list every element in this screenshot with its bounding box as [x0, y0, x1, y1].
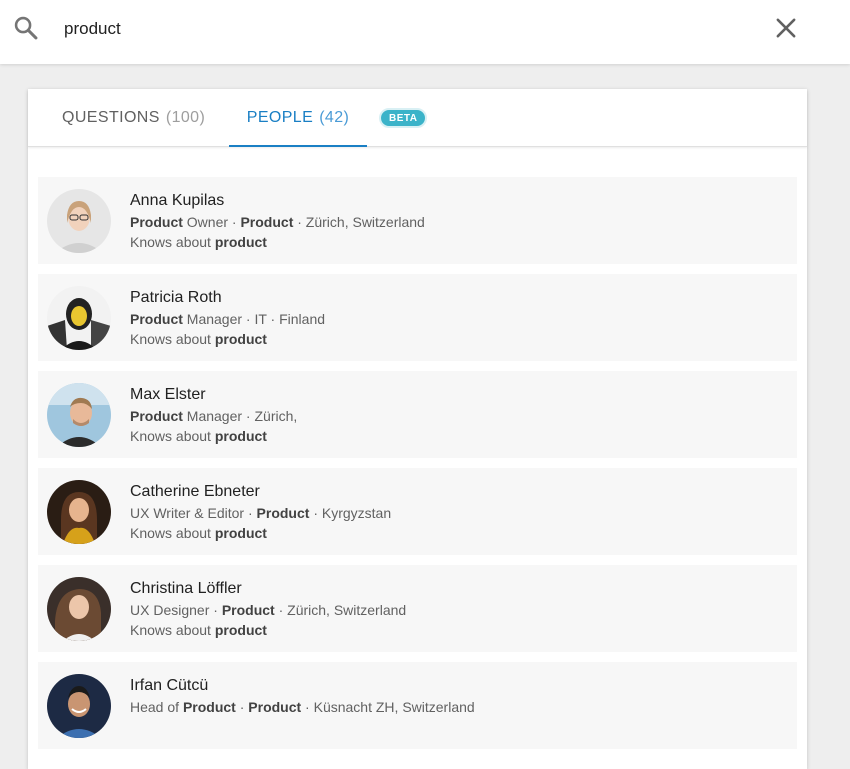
person-name: Max Elster — [130, 386, 206, 403]
results-tabs: QUESTIONS (100) PEOPLE (42) BETA — [28, 89, 807, 147]
person-role: Product Manager · Zürich, — [130, 408, 298, 424]
close-icon — [772, 18, 800, 45]
person-role: UX Writer & Editor · Product · Kyrgyzsta… — [130, 505, 392, 521]
person-name: Irfan Cütcü — [130, 677, 209, 694]
person-row[interactable]: Max Elster Product Manager · Zürich, Kno… — [38, 371, 797, 458]
person-name: Patricia Roth — [130, 289, 222, 306]
results-panel: QUESTIONS (100) PEOPLE (42) BETA Anna Ku… — [28, 89, 807, 769]
person-row[interactable]: Irfan Cütcü Head of Product · Product · … — [38, 662, 797, 749]
beta-badge: BETA — [379, 108, 428, 128]
search-icon[interactable] — [12, 14, 40, 42]
person-knows-about: Knows about product — [130, 525, 267, 541]
tab-people-label: PEOPLE — [246, 109, 314, 126]
person-row[interactable]: Catherine Ebneter UX Writer & Editor · P… — [38, 468, 797, 555]
person-row[interactable]: Christina Löffler UX Designer · Product … — [38, 565, 797, 652]
search-input[interactable] — [64, 14, 744, 44]
avatar — [47, 480, 111, 544]
avatar — [47, 286, 111, 350]
avatar — [47, 674, 111, 738]
tab-people[interactable]: PEOPLE (42) — [229, 89, 367, 147]
search-bar — [0, 0, 850, 64]
tab-questions-count: (100) — [165, 109, 206, 126]
person-name: Christina Löffler — [130, 580, 242, 597]
tab-questions-label: QUESTIONS — [62, 109, 160, 126]
person-knows-about: Knows about product — [130, 428, 267, 444]
active-tab-indicator — [229, 145, 367, 147]
avatar — [47, 577, 111, 641]
person-role: UX Designer · Product · Zürich, Switzerl… — [130, 602, 407, 618]
person-role: Product Owner · Product · Zürich, Switze… — [130, 214, 425, 230]
tab-people-count: (42) — [319, 109, 350, 126]
person-role: Product Manager · IT · Finland — [130, 311, 326, 327]
person-knows-about: Knows about product — [130, 234, 267, 250]
clear-search-button[interactable] — [772, 14, 800, 42]
person-role: Head of Product · Product · Küsnacht ZH,… — [130, 699, 475, 715]
person-row[interactable]: Anna Kupilas Product Owner · Product · Z… — [38, 177, 797, 264]
person-row[interactable]: Patricia Roth Product Manager · IT · Fin… — [38, 274, 797, 361]
person-knows-about: Knows about product — [130, 622, 267, 638]
person-name: Anna Kupilas — [130, 192, 225, 209]
tab-questions[interactable]: QUESTIONS (100) — [48, 89, 238, 147]
person-name: Catherine Ebneter — [130, 483, 260, 500]
person-knows-about: Knows about product — [130, 331, 267, 347]
avatar — [47, 189, 111, 253]
avatar — [47, 383, 111, 447]
